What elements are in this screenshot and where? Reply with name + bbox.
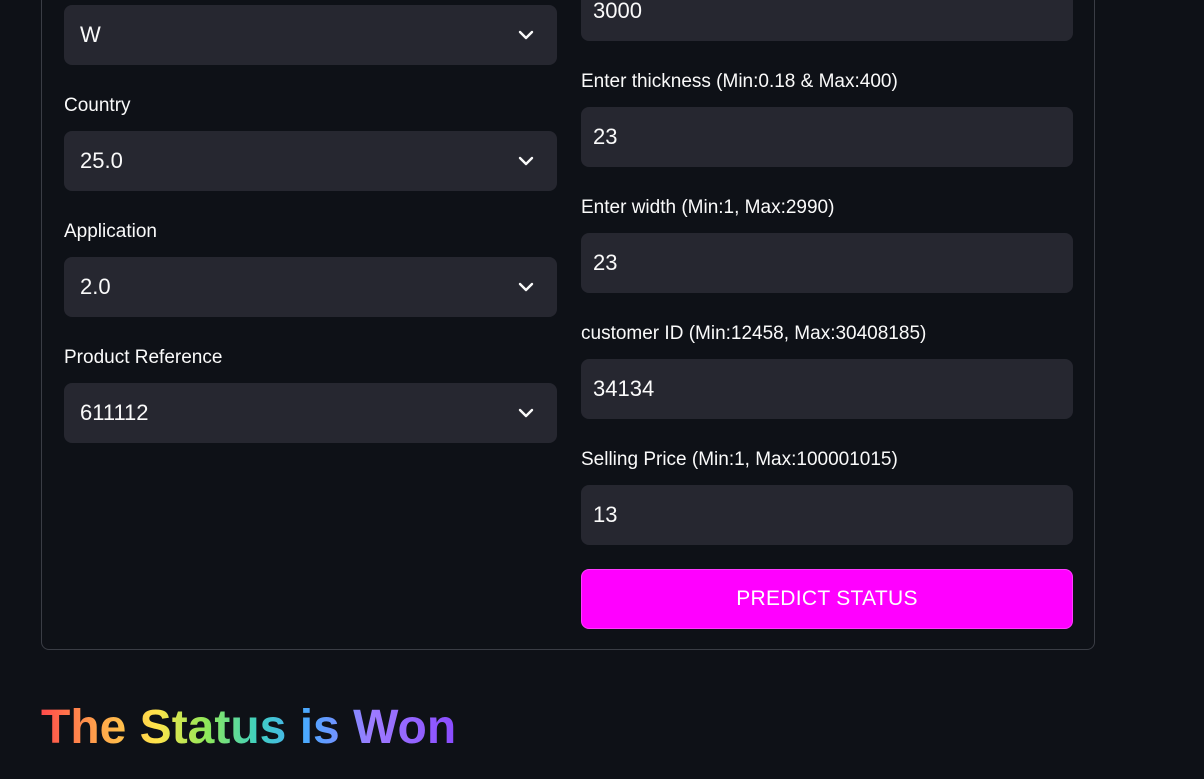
selling-price-input[interactable]: 13 — [581, 485, 1073, 545]
customer-id-input-value: 34134 — [593, 376, 655, 401]
quantity-input[interactable]: 3000 — [581, 0, 1073, 41]
application-label: Application — [64, 221, 157, 242]
product-reference-select-value: 611112 — [80, 400, 149, 425]
predict-status-button[interactable]: PREDICT STATUS — [581, 569, 1073, 629]
selling-price-label: Selling Price (Min:1, Max:100001015) — [581, 449, 898, 470]
thickness-label: Enter thickness (Min:0.18 & Max:400) — [581, 71, 898, 92]
customer-id-label: customer ID (Min:12458, Max:30408185) — [581, 323, 927, 344]
thickness-input-value: 23 — [593, 124, 618, 149]
thickness-input[interactable]: 23 — [581, 107, 1073, 167]
item-type-select-value: W — [80, 22, 101, 47]
status-result-heading: The Status is Won — [41, 701, 457, 754]
chevron-down-icon — [515, 24, 537, 46]
prediction-form — [41, 0, 1095, 650]
width-input[interactable]: 23 — [581, 233, 1073, 293]
country-label: Country — [64, 95, 131, 116]
country-select[interactable]: 25.0 — [64, 131, 557, 191]
chevron-down-icon — [515, 150, 537, 172]
application-select[interactable]: 2.0 — [64, 257, 557, 317]
width-label: Enter width (Min:1, Max:2990) — [581, 197, 835, 218]
quantity-input-value: 3000 — [593, 0, 642, 23]
country-select-value: 25.0 — [80, 148, 123, 173]
product-reference-select[interactable]: 611112 — [64, 383, 557, 443]
width-input-value: 23 — [593, 250, 618, 275]
customer-id-input[interactable]: 34134 — [581, 359, 1073, 419]
application-select-value: 2.0 — [80, 274, 111, 299]
product-reference-label: Product Reference — [64, 347, 223, 368]
selling-price-input-value: 13 — [593, 502, 618, 527]
item-type-select[interactable]: W — [64, 5, 557, 65]
chevron-down-icon — [515, 276, 537, 298]
chevron-down-icon — [515, 402, 537, 424]
